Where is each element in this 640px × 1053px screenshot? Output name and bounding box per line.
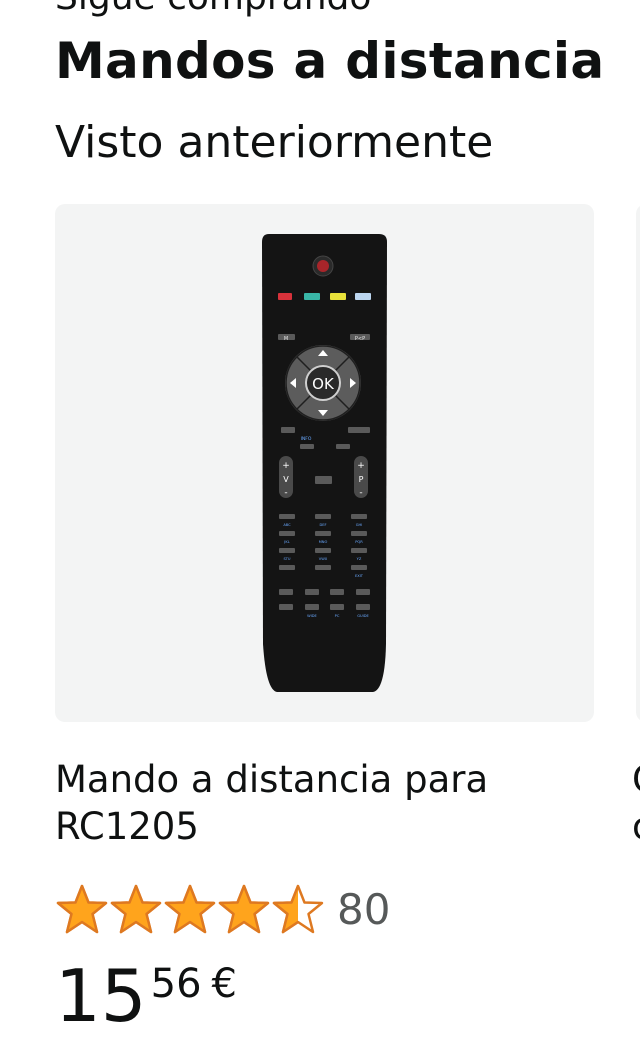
svg-text:STU: STU	[283, 557, 290, 561]
remote-ok-label: OK	[312, 375, 335, 393]
star-full-icon	[164, 884, 216, 934]
svg-text:DEF: DEF	[319, 523, 326, 527]
tv-remote-control-icon: M P<P OK INFO + V - + P - ABC DEF GHI JK…	[262, 234, 387, 692]
section-title: Mandos a distancia	[55, 32, 605, 90]
remote-label-p: P	[359, 475, 364, 484]
svg-text:GHI: GHI	[356, 523, 363, 527]
rating-row[interactable]: 80	[55, 882, 390, 938]
price-currency: €	[211, 961, 237, 1007]
svg-text:-: -	[284, 488, 287, 498]
svg-text:VWX: VWX	[319, 557, 328, 561]
next-product-star-icon-peek	[634, 896, 640, 922]
rating-count: 80	[337, 885, 391, 934]
svg-text:-: -	[359, 488, 362, 498]
svg-text:+: +	[357, 461, 365, 471]
section-kicker: Sigue comprando	[55, 0, 371, 18]
star-full-icon	[110, 884, 162, 934]
next-product-title-peek-line2: c	[632, 803, 640, 850]
next-product-card-peek[interactable]	[636, 204, 640, 722]
next-product-title-peek-line1: C	[632, 756, 640, 803]
price-whole: 15	[55, 954, 147, 1038]
star-full-icon	[56, 884, 108, 934]
svg-text:YZ: YZ	[357, 557, 362, 561]
svg-text:+: +	[282, 461, 290, 471]
star-half-icon	[272, 884, 324, 934]
rating-stars	[55, 883, 325, 937]
product-price: 15 56 €	[55, 952, 237, 1040]
product-image-card[interactable]: M P<P OK INFO + V - + P - ABC DEF GHI JK…	[55, 204, 594, 722]
remote-label-wide: WIDE	[307, 614, 317, 618]
page: Sigue comprando Mandos a distancia Visto…	[0, 0, 640, 1053]
svg-text:ABC: ABC	[283, 523, 291, 527]
svg-text:JKL: JKL	[283, 540, 289, 544]
remote-label-m: M	[284, 336, 288, 342]
remote-label-v: V	[283, 475, 289, 484]
section-subtitle: Visto anteriormente	[55, 117, 494, 168]
remote-label-exit: EXIT	[355, 574, 364, 578]
remote-label-pc: PC	[335, 614, 340, 618]
remote-label-info: INFO	[301, 436, 312, 442]
product-title[interactable]: Mando a distancia para RC1205	[55, 756, 575, 850]
price-fraction: 56	[150, 961, 202, 1007]
remote-label-pip: P<P	[355, 336, 365, 342]
star-full-icon	[218, 884, 270, 934]
svg-text:MNO: MNO	[319, 540, 328, 544]
remote-label-guide: GUIDE	[357, 614, 369, 618]
svg-text:PQR: PQR	[355, 540, 363, 544]
